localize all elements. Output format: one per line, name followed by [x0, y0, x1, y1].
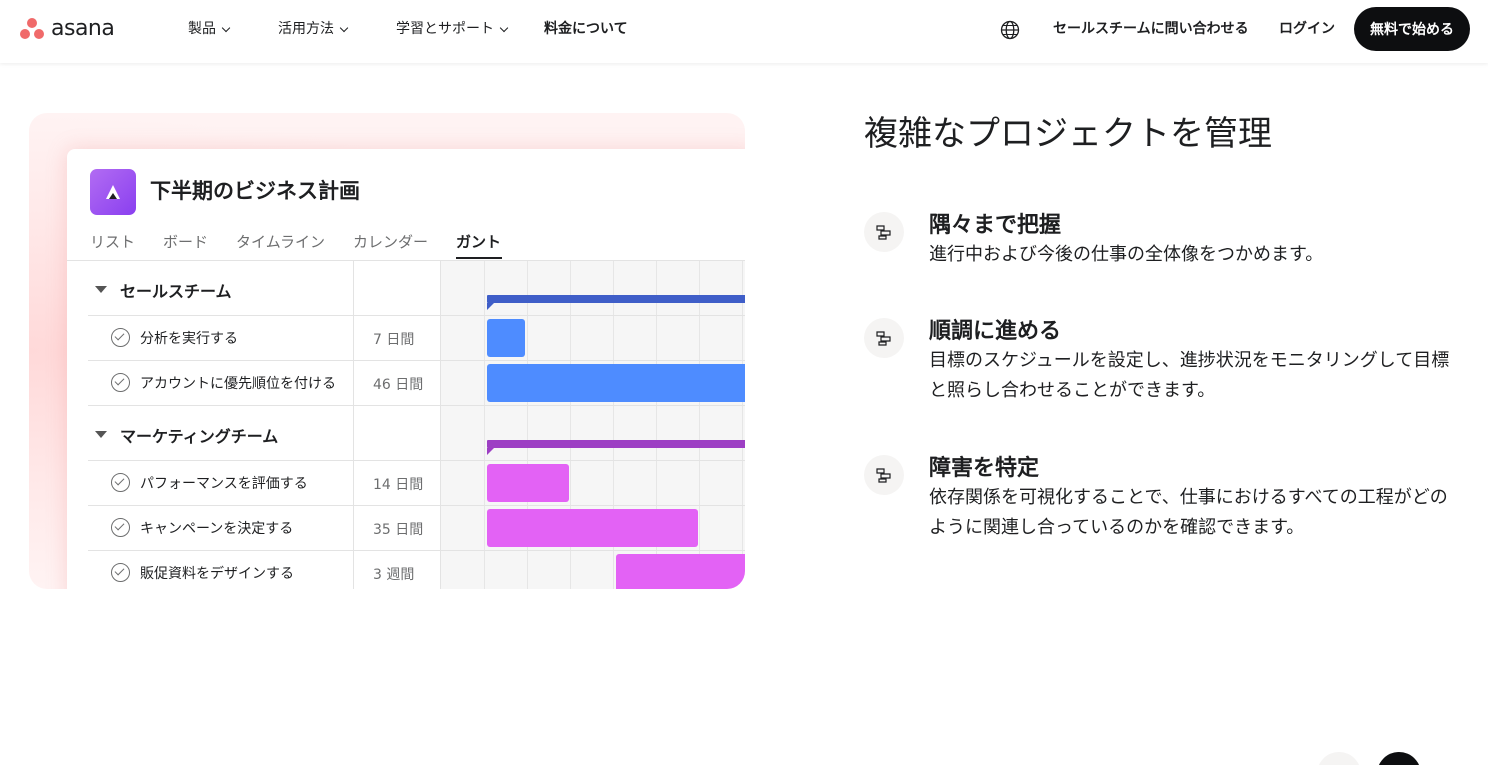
feature-title: 障害を特定: [929, 456, 1040, 481]
gantt-icon: [864, 318, 904, 358]
check-circle-icon[interactable]: [111, 473, 130, 492]
feature-title: 隅々まで把握: [929, 213, 1062, 238]
task-bar: [487, 509, 698, 547]
task-duration: 14 日間: [373, 477, 424, 493]
task-row[interactable]: パフォーマンスを評価する 14 日間: [67, 460, 441, 505]
active-tab-indicator: [456, 257, 502, 259]
task-row[interactable]: キャンペーンを決定する 35 日間: [67, 505, 441, 550]
nav-use-cases[interactable]: 活用方法: [278, 20, 349, 38]
feature-description: 進行中および今後の仕事の全体像をつかめます。: [929, 244, 1324, 265]
task-duration: 35 日間: [373, 522, 424, 538]
task-name: パフォーマンスを評価する: [140, 476, 308, 492]
tab-timeline[interactable]: タイムライン: [236, 232, 325, 252]
task-duration: 46 日間: [373, 377, 424, 393]
check-circle-icon[interactable]: [111, 563, 130, 582]
tab-calendar[interactable]: カレンダー: [353, 232, 428, 252]
task-name: アカウントに優先順位を付ける: [140, 376, 336, 392]
task-bar: [487, 319, 525, 357]
nav-pricing-label: 料金について: [544, 21, 628, 37]
nav-use-cases-label: 活用方法: [278, 21, 334, 37]
gantt-icon: [864, 212, 904, 252]
check-circle-icon[interactable]: [111, 373, 130, 392]
logo-text: asana: [51, 16, 115, 41]
section-headline: 複雑なプロジェクトを管理: [864, 114, 1272, 154]
task-row[interactable]: 販促資料をデザインする 3 週間: [67, 550, 441, 589]
gantt-icon: [864, 455, 904, 495]
nav-learning-support[interactable]: 学習とサポート: [396, 20, 509, 38]
feature-description: 依存関係を可視化することで、仕事におけるすべての工程がどのように関連し合っている…: [929, 487, 1448, 538]
section-row-marketing[interactable]: マーケティングチーム: [67, 411, 441, 457]
carousel-prev-button[interactable]: [1317, 752, 1361, 765]
check-circle-icon[interactable]: [111, 328, 130, 347]
section-summary-bar: [487, 440, 745, 455]
tab-board[interactable]: ボード: [163, 232, 208, 252]
top-navigation: asana 製品 活用方法 学習とサポート 料金について セールスチームに問い合…: [0, 0, 1488, 63]
task-row[interactable]: 分析を実行する 7 日間: [67, 315, 441, 360]
gantt-illustration: 下半期のビジネス計画 リスト ボード タイムライン カレンダー ガント セールス…: [29, 113, 745, 589]
get-started-button[interactable]: 無料で始める: [1354, 7, 1470, 51]
task-duration: 7 日間: [373, 332, 415, 348]
project-panel: 下半期のビジネス計画 リスト ボード タイムライン カレンダー ガント セールス…: [67, 149, 745, 589]
task-bar: [487, 364, 745, 402]
nav-pricing[interactable]: 料金について: [544, 20, 628, 38]
contact-sales-link[interactable]: セールスチームに問い合わせる: [1053, 20, 1249, 38]
task-duration: 3 週間: [373, 567, 415, 583]
task-bar: [616, 554, 745, 589]
section-summary-bar: [487, 295, 745, 310]
project-title: 下半期のビジネス計画: [150, 179, 360, 203]
feature-title: 順調に進める: [929, 319, 1062, 344]
login-link[interactable]: ログイン: [1279, 20, 1335, 38]
nav-products-label: 製品: [188, 21, 216, 37]
task-name: キャンペーンを決定する: [140, 521, 294, 537]
task-bar: [487, 464, 569, 502]
feature-item: 順調に進める 目標のスケジュールを設定し、進捗状況をモニタリングして目標と照らし…: [864, 318, 1464, 408]
section-row-sales[interactable]: セールスチーム: [67, 266, 441, 312]
asana-logo-icon: [20, 18, 44, 40]
feature-item: 隅々まで把握 進行中および今後の仕事の全体像をつかめます。: [864, 212, 1464, 282]
globe-icon[interactable]: [1000, 20, 1020, 40]
tab-gantt[interactable]: ガント: [456, 232, 501, 252]
project-icon: [90, 169, 136, 215]
feature-item: 障害を特定 依存関係を可視化することで、仕事におけるすべての工程がどのように関連…: [864, 455, 1464, 545]
chevron-down-icon: [499, 23, 509, 32]
task-name: 分析を実行する: [140, 331, 238, 347]
section-name: セールスチーム: [120, 282, 232, 301]
nav-learning-support-label: 学習とサポート: [396, 21, 494, 37]
section-name: マーケティングチーム: [120, 427, 279, 446]
feature-description: 目標のスケジュールを設定し、進捗状況をモニタリングして目標と照らし合わせることが…: [929, 350, 1450, 401]
caret-down-icon[interactable]: [95, 286, 107, 293]
tab-list[interactable]: リスト: [90, 232, 135, 252]
task-row[interactable]: アカウントに優先順位を付ける 46 日間: [67, 360, 441, 405]
check-circle-icon[interactable]: [111, 518, 130, 537]
chevron-down-icon: [339, 23, 349, 32]
asana-logo[interactable]: asana: [20, 16, 115, 41]
chevron-down-icon: [221, 23, 231, 32]
task-name: 販促資料をデザインする: [140, 566, 294, 582]
caret-down-icon[interactable]: [95, 431, 107, 438]
carousel-next-button[interactable]: [1377, 752, 1421, 765]
nav-products[interactable]: 製品: [188, 20, 231, 38]
